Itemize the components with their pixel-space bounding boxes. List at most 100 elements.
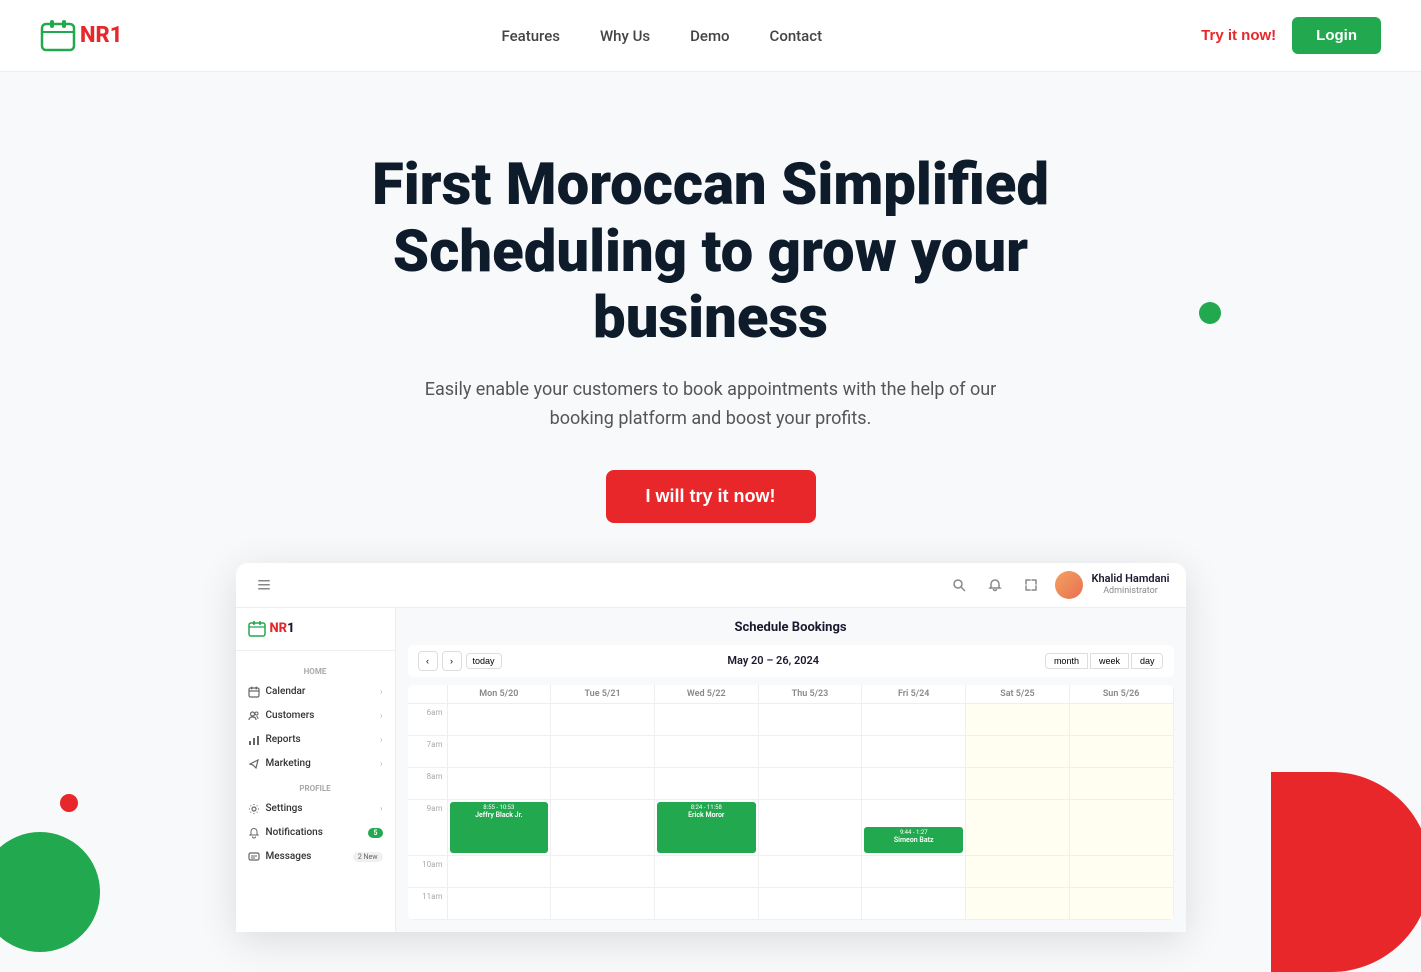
booking-simeon-time: 9:44 - 1:27 xyxy=(867,829,960,836)
bell-icon[interactable] xyxy=(983,573,1007,597)
booking-simeon[interactable]: 9:44 - 1:27 Simeon Batz xyxy=(864,827,963,853)
cal-range: May 20 – 26, 2024 xyxy=(727,654,819,667)
nav-demo[interactable]: Demo xyxy=(690,27,729,45)
calendar-chevron: › xyxy=(380,687,382,696)
sidebar-item-notifications[interactable]: Notifications 5 xyxy=(236,821,395,845)
dash-main: Schedule Bookings ‹ › today May 20 – 26,… xyxy=(396,608,1186,932)
sidebar-settings-label: Settings xyxy=(266,803,303,814)
cell-sun-6am[interactable] xyxy=(1070,704,1174,735)
cell-sat-11am[interactable] xyxy=(966,888,1070,919)
calendar-header: ‹ › today May 20 – 26, 2024 month week d… xyxy=(408,645,1174,677)
cell-tue-11am[interactable] xyxy=(551,888,655,919)
cta-button[interactable]: I will try it now! xyxy=(606,470,816,523)
settings-icon xyxy=(248,803,260,815)
cell-wed-7am[interactable] xyxy=(655,736,759,767)
avatar-image xyxy=(1055,571,1083,599)
cell-sat-7am[interactable] xyxy=(966,736,1070,767)
dashboard-preview: Khalid Hamdani Administrator xyxy=(236,563,1186,932)
sidebar-item-settings[interactable]: Settings › xyxy=(236,797,395,821)
cell-mon-10am[interactable] xyxy=(448,856,552,887)
cell-thu-11am[interactable] xyxy=(759,888,863,919)
navbar: NR1 Features Why Us Demo Contact Try it … xyxy=(0,0,1421,72)
cell-wed-9am[interactable]: 8:24 - 11:58 Erick Moror xyxy=(655,800,759,855)
day-header-sun: Sun 5/26 xyxy=(1070,685,1174,703)
time-row-8am: 8am xyxy=(408,768,1174,800)
users-icon xyxy=(248,710,260,722)
day-header-sat: Sat 5/25 xyxy=(966,685,1070,703)
cal-prev-button[interactable]: ‹ xyxy=(418,651,438,671)
cell-sun-10am[interactable] xyxy=(1070,856,1174,887)
logo[interactable]: NR1 xyxy=(40,18,122,54)
cell-sat-10am[interactable] xyxy=(966,856,1070,887)
cell-wed-8am[interactable] xyxy=(655,768,759,799)
nav-contact[interactable]: Contact xyxy=(770,27,823,45)
cell-fri-10am[interactable] xyxy=(862,856,966,887)
cell-fri-11am[interactable] xyxy=(862,888,966,919)
cell-mon-6am[interactable] xyxy=(448,704,552,735)
cell-fri-6am[interactable] xyxy=(862,704,966,735)
cell-sun-7am[interactable] xyxy=(1070,736,1174,767)
sidebar-item-customers[interactable]: Customers › xyxy=(236,704,395,728)
sidebar-toggle-icon[interactable] xyxy=(252,573,276,597)
cell-sat-9am[interactable] xyxy=(966,800,1070,855)
cell-mon-7am[interactable] xyxy=(448,736,552,767)
cal-days-header: Mon 5/20 Tue 5/21 Wed 5/22 Thu 5/23 Fri … xyxy=(408,685,1174,704)
cell-thu-10am[interactable] xyxy=(759,856,863,887)
cell-wed-11am[interactable] xyxy=(655,888,759,919)
cell-tue-7am[interactable] xyxy=(551,736,655,767)
sidebar-item-calendar[interactable]: Calendar › xyxy=(236,680,395,704)
messages-icon xyxy=(248,851,260,863)
cal-month-button[interactable]: month xyxy=(1045,653,1088,669)
sidebar-section-home: HOME xyxy=(236,659,395,680)
search-icon[interactable] xyxy=(947,573,971,597)
cell-sun-9am[interactable] xyxy=(1070,800,1174,855)
cell-wed-10am[interactable] xyxy=(655,856,759,887)
expand-icon[interactable] xyxy=(1019,573,1043,597)
cell-sun-11am[interactable] xyxy=(1070,888,1174,919)
cell-fri-8am[interactable] xyxy=(862,768,966,799)
cell-thu-7am[interactable] xyxy=(759,736,863,767)
dash-sidebar: NR1 HOME Calendar › C xyxy=(236,608,396,932)
time-row-10am: 10am xyxy=(408,856,1174,888)
cell-tue-6am[interactable] xyxy=(551,704,655,735)
booking-simeon-name: Simeon Batz xyxy=(867,836,960,844)
cal-day-button[interactable]: day xyxy=(1131,653,1164,669)
cell-thu-8am[interactable] xyxy=(759,768,863,799)
cell-tue-10am[interactable] xyxy=(551,856,655,887)
nav-features[interactable]: Features xyxy=(501,27,559,45)
cell-mon-8am[interactable] xyxy=(448,768,552,799)
cal-today-button[interactable]: today xyxy=(466,653,502,669)
cell-thu-9am[interactable] xyxy=(759,800,863,855)
sidebar-item-reports[interactable]: Reports › xyxy=(236,728,395,752)
cell-fri-9am[interactable]: 9:44 - 1:27 Simeon Batz xyxy=(862,800,966,855)
sidebar-logo-text: NR1 xyxy=(270,621,295,636)
cell-sat-8am[interactable] xyxy=(966,768,1070,799)
cal-next-button[interactable]: › xyxy=(442,651,462,671)
try-button[interactable]: Try it now! xyxy=(1201,27,1276,44)
booking-jeffry[interactable]: 8:55 - 10:53 Jeffry Black Jr. xyxy=(450,802,549,853)
time-row-9am: 9am 8:55 - 10:53 Jeffry Black Jr. xyxy=(408,800,1174,856)
cell-mon-11am[interactable] xyxy=(448,888,552,919)
sidebar-item-marketing[interactable]: Marketing › xyxy=(236,752,395,776)
cell-tue-8am[interactable] xyxy=(551,768,655,799)
logo-nr: NR xyxy=(80,23,110,48)
cal-week-button[interactable]: week xyxy=(1090,653,1129,669)
sidebar-item-messages[interactable]: Messages 2 New xyxy=(236,845,395,869)
cell-sat-6am[interactable] xyxy=(966,704,1070,735)
cell-thu-6am[interactable] xyxy=(759,704,863,735)
cell-tue-9am[interactable] xyxy=(551,800,655,855)
login-button[interactable]: Login xyxy=(1292,17,1381,54)
cell-fri-7am[interactable] xyxy=(862,736,966,767)
notifications-bell-icon xyxy=(248,827,260,839)
sidebar-marketing-label: Marketing xyxy=(266,758,311,769)
nav-why-us[interactable]: Why Us xyxy=(600,27,650,45)
cell-sun-8am[interactable] xyxy=(1070,768,1174,799)
cell-mon-9am[interactable]: 8:55 - 10:53 Jeffry Black Jr. xyxy=(448,800,552,855)
booking-erick[interactable]: 8:24 - 11:58 Erick Moror xyxy=(657,802,756,853)
cell-wed-6am[interactable] xyxy=(655,704,759,735)
booking-erick-time: 8:24 - 11:58 xyxy=(660,804,753,811)
marketing-icon xyxy=(248,758,260,770)
sidebar-logo-icon xyxy=(248,620,266,638)
time-row-6am: 6am xyxy=(408,704,1174,736)
nav-links: Features Why Us Demo Contact xyxy=(501,27,822,45)
